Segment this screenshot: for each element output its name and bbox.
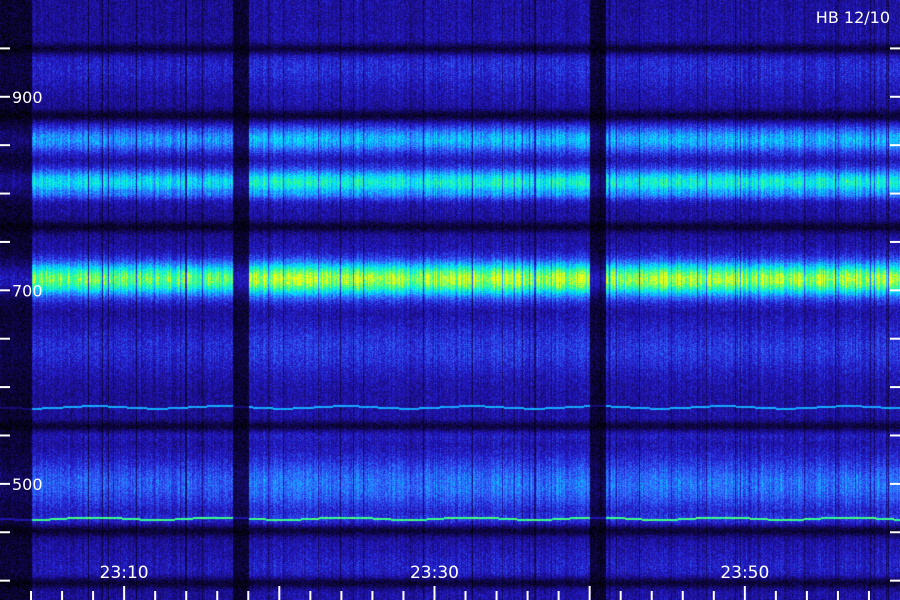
x-tick-marks (30, 586, 870, 600)
y-tick-label: 500 (12, 475, 43, 494)
axes-overlay: 900 700 500 23:10 23:30 23:50 HB 12/10 (0, 8, 900, 600)
y-tick-label: 700 (12, 281, 43, 300)
y-tick-marks (0, 47, 900, 582)
y-tick-label: 900 (12, 88, 43, 107)
y-tick-labels: 900 700 500 (12, 88, 43, 494)
spectrogram-chart: 900 700 500 23:10 23:30 23:50 HB 12/10 (0, 0, 900, 600)
x-tick-label: 23:50 (720, 563, 769, 583)
chart-title: HB 12/10 (816, 8, 890, 27)
x-tick-label: 23:30 (410, 563, 459, 583)
x-tick-labels: 23:10 23:30 23:50 (100, 563, 770, 583)
x-tick-label: 23:10 (100, 563, 149, 583)
